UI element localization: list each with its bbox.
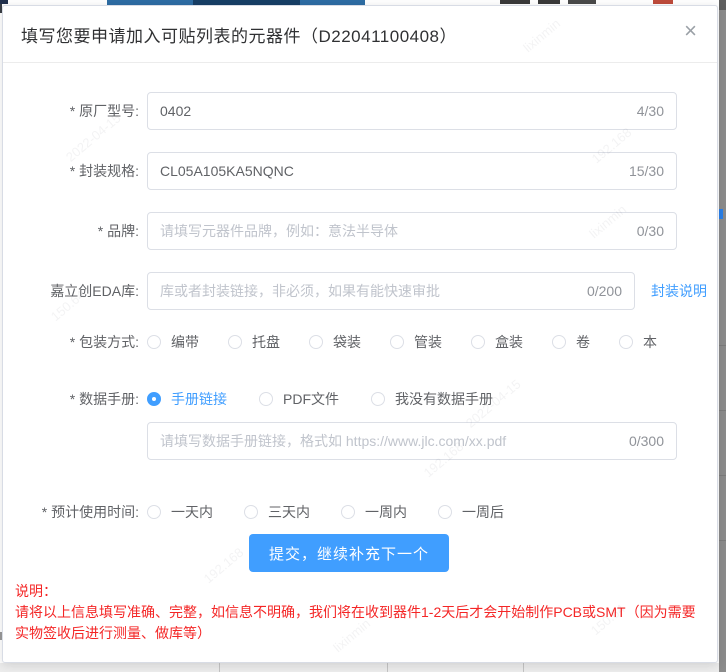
eda-lib-input[interactable] [160,283,579,299]
radio-icon [309,335,323,349]
field-row-usage-time: * 预计使用时间: 一天内 三天内 一周内 一周后 [3,502,717,522]
submit-next-button[interactable]: 提交，继续补充下一个 [249,534,449,572]
scrollbar-line [719,475,726,476]
radio-icon [259,392,273,406]
field-row-brand: * 品牌: 0/30 [3,212,717,250]
scrollbar-top-cap [719,0,726,10]
dialog-body: * 原厂型号: 4/30 * 封装规格: 15/30 * 品牌: [3,63,717,644]
screen: 填写您要申请加入可贴列表的元器件（D22041100408） × * 原厂型号:… [0,0,726,672]
radio-icon [244,505,258,519]
eda-lib-counter: 0/200 [587,283,622,299]
radio-icon [147,505,161,519]
eda-lib-label: 嘉立创EDA库: [3,281,139,301]
field-row-eda-lib: 嘉立创EDA库: 0/200 封装说明 [3,272,717,310]
radio-icon [471,335,485,349]
usage-time-label: * 预计使用时间: [3,502,139,522]
radio-icon [371,392,385,406]
radio-datasheet-none[interactable]: 我没有数据手册 [371,389,493,409]
brand-input[interactable] [160,223,629,239]
radio-icon [341,505,355,519]
datasheet-url-counter: 0/300 [629,433,664,449]
radio-usage-1day[interactable]: 一天内 [147,502,213,522]
scrollbar-line [719,410,726,411]
radio-selected-icon [147,392,161,406]
radio-icon [228,335,242,349]
scrollbar-line [719,345,726,346]
radio-icon [552,335,566,349]
packaging-label: * 包装方式: [3,332,139,352]
datasheet-url-input[interactable] [160,433,621,449]
factory-model-label: * 原厂型号: [3,101,139,121]
radio-usage-1week[interactable]: 一周内 [341,502,407,522]
dialog-header: 填写您要申请加入可贴列表的元器件（D22041100408） × [3,6,717,63]
brand-counter: 0/30 [637,223,664,239]
background-orange-chip [653,0,673,4]
radio-datasheet-link[interactable]: 手册链接 [147,389,227,409]
note-text: 说明： 请将以上信息填写准确、完整，如信息不明确，我们将在收到器件1-2天后才会… [15,581,707,644]
radio-packaging-book[interactable]: 本 [619,332,657,352]
factory-model-input[interactable] [160,103,629,119]
package-spec-input-box: 15/30 [147,152,677,190]
package-help-link[interactable]: 封装说明 [651,281,707,301]
radio-packaging-bag[interactable]: 袋装 [309,332,361,352]
background-table-divider [523,663,524,672]
add-component-dialog: 填写您要申请加入可贴列表的元器件（D22041100408） × * 原厂型号:… [2,5,718,663]
radio-icon [438,505,452,519]
scrollbar-line [719,540,726,541]
scrollbar-blue-notch [719,209,723,219]
brand-input-box: 0/30 [147,212,677,250]
eda-lib-input-box: 0/200 [147,272,635,310]
background-text-fragment [568,0,596,4]
background-page-bottom [0,663,719,672]
radio-packaging-tray[interactable]: 托盘 [228,332,280,352]
radio-datasheet-pdf[interactable]: PDF文件 [259,389,339,409]
radio-packaging-taped[interactable]: 编带 [147,332,199,352]
note-body: 请将以上信息填写准确、完整，如信息不明确，我们将在收到器件1-2天后才会开始制作… [15,604,696,641]
radio-icon [147,335,161,349]
brand-label: * 品牌: [3,221,139,241]
package-spec-input[interactable] [160,163,621,179]
field-row-package-spec: * 封装规格: 15/30 [3,152,717,190]
radio-packaging-box[interactable]: 盒装 [471,332,523,352]
radio-usage-after1week[interactable]: 一周后 [438,502,504,522]
package-spec-label: * 封装规格: [3,161,139,181]
field-row-packaging: * 包装方式: 编带 托盘 袋装 管装 盒装 卷 本 [3,332,717,352]
note-title: 说明： [15,581,707,602]
datasheet-url-input-box: 0/300 [147,422,677,460]
radio-usage-3days[interactable]: 三天内 [244,502,310,522]
close-icon[interactable]: × [684,20,697,42]
datasheet-label: * 数据手册: [3,389,139,409]
radio-packaging-reel[interactable]: 卷 [552,332,590,352]
field-row-datasheet-url: 0/300 [3,422,717,460]
factory-model-input-box: 4/30 [147,92,677,130]
radio-icon [390,335,404,349]
radio-icon [619,335,633,349]
factory-model-counter: 4/30 [637,103,664,119]
dialog-title: 填写您要申请加入可贴列表的元器件（D22041100408） [21,22,457,47]
background-text-fragment [538,0,560,4]
field-row-factory-model: * 原厂型号: 4/30 [3,92,717,130]
background-table-divider [387,663,388,672]
radio-packaging-tube[interactable]: 管装 [390,332,442,352]
page-scrollbar[interactable] [719,0,726,672]
background-text-fragment [500,0,530,4]
field-row-datasheet: * 数据手册: 手册链接 PDF文件 我没有数据手册 [3,389,717,409]
background-table-divider [219,663,220,672]
package-spec-counter: 15/30 [629,163,664,179]
